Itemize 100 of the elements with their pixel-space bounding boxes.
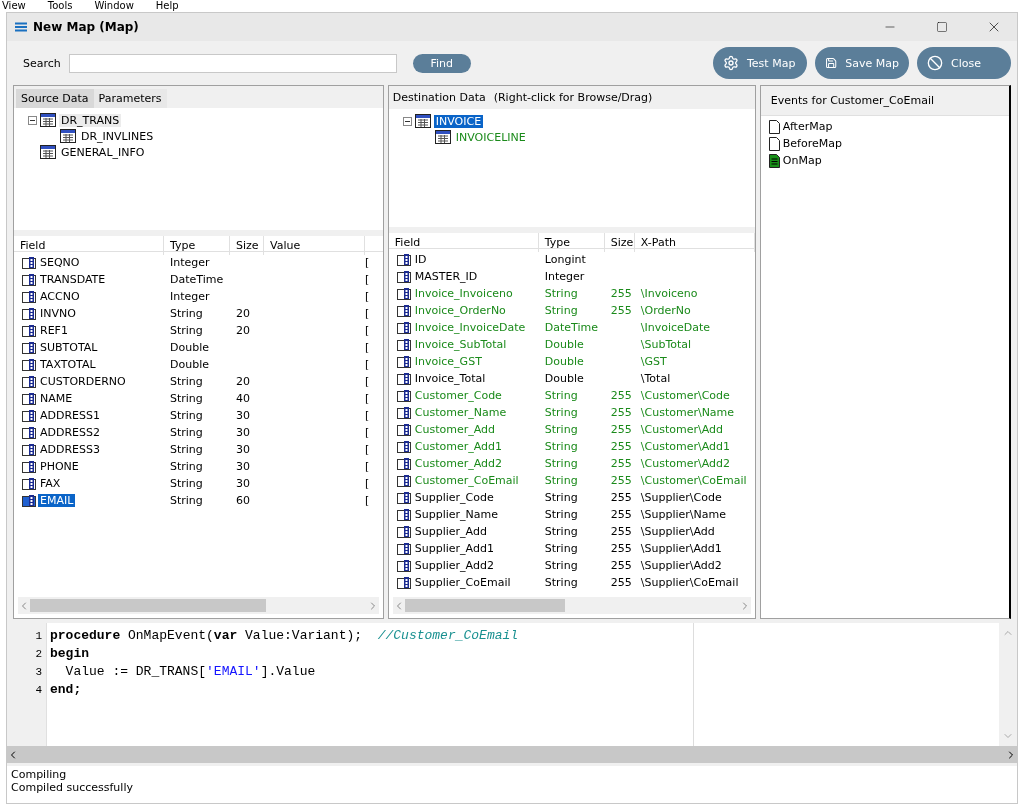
xpath-cell-text: \Supplier\Add (639, 525, 716, 538)
menu-item[interactable]: Window (94, 0, 134, 12)
field-name[interactable]: Customer_CoEmail (412, 474, 521, 487)
size-cell-text: 255 (609, 457, 633, 470)
field-name[interactable]: Invoice_OrderNo (412, 304, 508, 317)
field-name[interactable]: REF1 (38, 324, 70, 337)
field-name[interactable]: Supplier_Name (412, 508, 501, 521)
field-name[interactable]: Invoice_GST (412, 355, 484, 368)
collapse-icon[interactable] (402, 116, 412, 126)
type-cell-text: String (543, 542, 579, 555)
field-icon (396, 321, 411, 334)
search-field[interactable] (68, 53, 397, 73)
vertical-scrollbar[interactable] (999, 623, 1017, 746)
table-cell-text: [ (365, 273, 371, 286)
xpath-cell-text: \Customer\Code (639, 389, 731, 402)
field-name[interactable]: EMAIL (38, 494, 76, 507)
field-name[interactable]: INVNO (38, 307, 78, 320)
column-header[interactable]: Type (538, 233, 605, 252)
size-cell-text: 255 (609, 559, 633, 572)
type-cell-text: String (543, 525, 579, 538)
field-name[interactable]: Supplier_Code (412, 491, 496, 504)
table-icon (40, 113, 56, 127)
column-header[interactable]: Field (14, 236, 164, 255)
field-name[interactable]: CUSTORDERNO (38, 375, 128, 388)
tab[interactable]: Parameters (93, 89, 167, 108)
type-cell-text: String (169, 392, 204, 405)
size-cell-text: 255 (609, 542, 633, 555)
collapse-icon[interactable] (28, 115, 37, 125)
action-button[interactable]: Save Map (815, 47, 909, 79)
field-name[interactable]: FAX (38, 477, 63, 490)
field-icon (396, 389, 411, 402)
field-name[interactable]: ADDRESS3 (38, 443, 103, 456)
action-button[interactable]: Test Map (713, 47, 807, 79)
panel-title: Events for Customer_CoEmail (770, 94, 935, 107)
field-name[interactable]: Invoice_Total (412, 372, 488, 385)
field-name[interactable]: ID (412, 253, 429, 266)
tree-item[interactable]: GENERAL_INFO (59, 145, 147, 159)
tab[interactable]: Source Data (16, 89, 94, 108)
table-cell-text: [ (365, 341, 371, 354)
field-name[interactable]: ACCNO (38, 290, 82, 303)
field-name[interactable]: SEQNO (38, 256, 82, 269)
event-item[interactable]: BeforeMap (782, 137, 842, 150)
field-name[interactable]: TRANSDATE (38, 273, 108, 286)
horizontal-scrollbar[interactable] (7, 746, 1017, 763)
horizontal-scrollbar[interactable] (18, 597, 379, 614)
field-name[interactable]: Customer_Name (412, 406, 509, 419)
type-cell-text: Double (543, 355, 585, 368)
column-header[interactable]: Type (164, 236, 230, 255)
menu-item[interactable]: View (2, 0, 26, 12)
field-name[interactable]: Invoice_Invoiceno (412, 287, 515, 300)
line-number: 1 (34, 629, 43, 644)
tree-item[interactable]: INVOICE (433, 114, 484, 128)
field-name[interactable]: Invoice_InvoiceDate (412, 321, 528, 334)
tree-item[interactable]: INVOICELINE (453, 130, 528, 144)
column-header[interactable]: Value (264, 236, 365, 255)
field-name[interactable]: SUBTOTAL (38, 341, 100, 354)
type-cell-text: String (543, 406, 579, 419)
field-name[interactable]: Customer_Add2 (412, 457, 505, 470)
field-name[interactable]: Customer_Add (412, 423, 498, 436)
column-header[interactable]: Size (604, 233, 635, 252)
column-header[interactable]: Field (388, 233, 539, 252)
field-name[interactable]: ADDRESS1 (38, 409, 103, 422)
tree-item[interactable]: DR_TRANS (59, 113, 122, 127)
field-name[interactable]: Supplier_Add2 (412, 559, 496, 572)
type-cell-text: Double (169, 341, 210, 354)
field-name[interactable]: ADDRESS2 (38, 426, 103, 439)
column-header[interactable]: Size (230, 236, 264, 255)
find-button[interactable]: Find (412, 53, 471, 73)
size-cell-text: 20 (235, 375, 251, 388)
table-icon (60, 129, 76, 143)
type-cell-text: String (543, 576, 579, 589)
field-icon (396, 474, 411, 487)
field-name[interactable]: Supplier_Add (412, 525, 489, 538)
field-name[interactable]: MASTER_ID (412, 270, 480, 283)
size-cell-text: 255 (609, 576, 633, 589)
code-line: begin (50, 645, 90, 663)
field-name[interactable]: PHONE (38, 460, 81, 473)
event-item[interactable]: OnMap (782, 154, 822, 167)
field-name[interactable]: Customer_Add1 (412, 440, 505, 453)
type-cell-text: String (169, 324, 204, 337)
event-item[interactable]: AfterMap (782, 120, 833, 133)
tree-item[interactable]: DR_INVLINES (79, 129, 156, 143)
line-number: 3 (34, 665, 43, 680)
field-name[interactable]: Supplier_CoEmail (412, 576, 513, 589)
xpath-cell-text: \Supplier\Add2 (639, 559, 723, 572)
table-cell-text: [ (365, 409, 371, 422)
field-name[interactable]: NAME (38, 392, 75, 405)
field-name[interactable]: Supplier_Add1 (412, 542, 496, 555)
menu-item[interactable]: Tools (47, 0, 73, 12)
field-icon (22, 375, 36, 388)
column-header[interactable]: X-Path (634, 233, 755, 252)
horizontal-scrollbar[interactable] (392, 597, 751, 614)
field-name[interactable]: Customer_Code (412, 389, 504, 402)
type-cell-text: String (169, 460, 204, 473)
action-button[interactable]: Close (917, 47, 1011, 79)
field-name[interactable]: TAXTOTAL (38, 358, 98, 371)
panel-title: Destination Data (392, 91, 486, 104)
field-name[interactable]: Invoice_SubTotal (412, 338, 509, 351)
type-cell-text: String (543, 440, 579, 453)
menu-item[interactable]: Help (155, 0, 179, 12)
